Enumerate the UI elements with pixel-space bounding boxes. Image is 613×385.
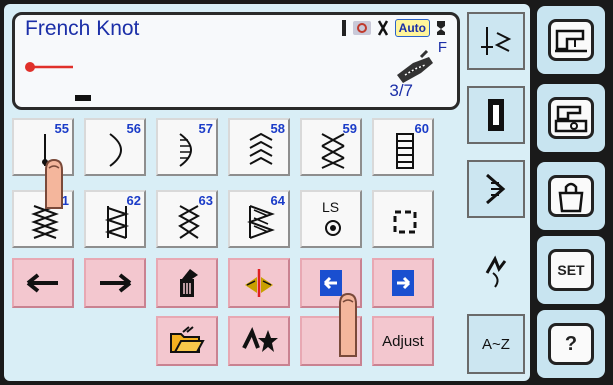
alphabet-label: A~Z (482, 335, 510, 353)
stitch-button-frame[interactable] (372, 190, 434, 248)
tab-character[interactable] (467, 234, 525, 304)
help-button[interactable]: ? (537, 310, 605, 378)
folder-open-icon (170, 326, 205, 353)
auto-badge: Auto (394, 19, 430, 37)
zigzag-band-icon (104, 206, 130, 239)
finger-pointer-icon (45, 158, 63, 209)
finger-pointer-icon (339, 292, 357, 357)
adjust-button[interactable]: Adjust (372, 316, 434, 366)
stitch-button-60[interactable]: 60 (372, 118, 434, 176)
page-indicator: 3/7 (389, 81, 413, 100)
status-bar: Auto (340, 19, 447, 37)
presser-foot-status-icon (377, 20, 388, 36)
herringbone-band-icon (247, 205, 275, 239)
decorative-stitch-icon (486, 173, 506, 205)
mirror-image-button[interactable] (228, 258, 290, 308)
stitch-button-59[interactable]: 59 (300, 118, 362, 176)
arrow-left-icon (26, 273, 58, 293)
honeycomb-stitch-icon (177, 205, 201, 239)
stitch-button-64[interactable]: 64 (228, 190, 290, 248)
machine-settings-button[interactable] (537, 6, 605, 74)
sewing-machine-icon (555, 29, 587, 53)
thread-tension-icon (352, 21, 371, 35)
feather-stitch-icon (249, 132, 273, 165)
tab-decorative[interactable] (467, 160, 525, 218)
stitch-button-58[interactable]: 58 (228, 118, 290, 176)
lcd-display: French Knot Auto F 3/7 (12, 12, 460, 110)
stitch-button-63[interactable]: 63 (156, 190, 218, 248)
dashed-square-icon (393, 210, 417, 234)
delete-button[interactable] (156, 258, 218, 308)
memory-stitch-button[interactable] (228, 316, 290, 366)
help-label: ? (564, 332, 578, 355)
stitch-button-62[interactable]: 62 (84, 190, 146, 248)
delete-icon (180, 269, 198, 297)
stitch-button-57[interactable]: 57 (156, 118, 218, 176)
ls-stitch-icon: LS (322, 199, 341, 236)
move-right-button[interactable] (84, 258, 146, 308)
character-stitch-icon (485, 255, 507, 288)
embroidery-mode-button[interactable] (537, 84, 605, 152)
stitch-button-56[interactable]: 56 (84, 118, 146, 176)
mirror-image-icon (245, 269, 273, 297)
set-label: SET (557, 262, 585, 278)
scallop-icon (109, 133, 122, 167)
foot-letter: F (437, 39, 447, 56)
insert-right-icon (392, 270, 414, 296)
cross-stitch-icon (321, 133, 345, 169)
stitch-name: French Knot (25, 17, 140, 40)
arrow-right-icon (100, 273, 132, 293)
memory-star-icon (242, 327, 278, 352)
move-left-button[interactable] (12, 258, 74, 308)
insert-after-button[interactable] (372, 258, 434, 308)
open-file-button[interactable] (156, 316, 218, 366)
tab-buttonhole[interactable] (467, 86, 525, 144)
stitch-button-ls[interactable]: LS (300, 190, 362, 248)
adjust-label: Adjust (382, 332, 424, 350)
satin-scallop-icon (179, 133, 192, 167)
needle-icon (341, 20, 346, 36)
ladder-stitch-icon (396, 133, 414, 169)
drop-feed-icon (437, 21, 445, 35)
embroidery-machine-icon (554, 105, 588, 133)
tab-utility[interactable] (467, 12, 525, 70)
settings-button[interactable]: SET (537, 236, 605, 304)
ls-label: LS (322, 199, 339, 215)
tab-alphabet[interactable]: A~Z (467, 314, 525, 374)
stitch-preview (25, 62, 91, 101)
edit-pocket-button[interactable] (537, 162, 605, 230)
needle-stitch-icon (481, 27, 512, 55)
buttonhole-icon (488, 99, 504, 131)
pocket-bag-icon (558, 182, 584, 213)
